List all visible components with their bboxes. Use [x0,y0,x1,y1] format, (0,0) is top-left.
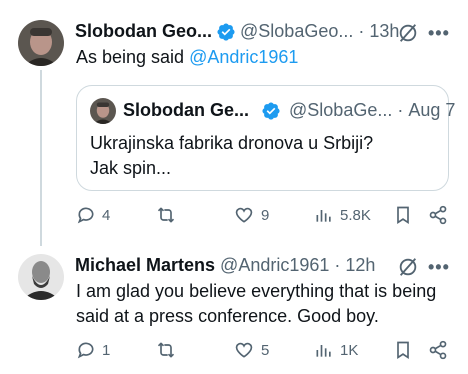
repost-icon [157,207,175,223]
bookmark-button[interactable] [394,340,412,360]
grok-icon[interactable] [397,22,419,49]
tweet-text: As being said @Andric1961 [76,45,298,70]
repost-icon [157,342,175,358]
author-handle[interactable]: @SlobaGeo... [240,21,353,42]
heart-icon [235,342,253,358]
heart-icon [235,207,253,223]
view-count: 5.8K [340,206,371,224]
bookmark-icon [397,341,409,360]
author-name[interactable]: Michael Martens [75,255,215,276]
reply-button[interactable]: 4 [76,205,110,225]
verified-badge-icon [261,101,281,121]
like-count: 5 [261,341,270,359]
tweet-text-prefix: As being said [76,47,190,67]
share-icon [429,340,447,360]
tweet-2[interactable]: Michael Martens @Andric1961 · 12h ••• I … [0,246,468,374]
bookmark-icon [397,206,409,225]
timestamp[interactable]: 12h [345,255,375,276]
author-handle[interactable]: @Andric1961 [220,255,329,276]
quoted-text-line: Jak spin... [90,158,172,178]
quoted-text: Ukrajinska fabrika dronova u Srbiji? Jak… [90,131,373,181]
verified-badge-icon [216,22,236,42]
share-button[interactable] [428,205,448,225]
quoted-author-name: Slobodan Ge... [123,100,250,120]
share-button[interactable] [428,340,448,360]
quoted-text-line: Ukrajinska fabrika dronova u Srbiji? [90,133,374,153]
avatar[interactable] [18,20,64,66]
separator-dot: · [397,100,404,120]
quoted-header: Slobodan Ge... @SlobaGe... · Aug 7 [123,100,455,121]
tweet-header: Slobodan Geo... @SlobaGeo... · 13h [75,21,399,42]
views-icon [316,210,331,222]
like-count: 9 [261,206,270,224]
repost-button[interactable] [155,205,183,225]
reply-button[interactable]: 1 [76,340,110,360]
quoted-author-handle: @SlobaGe... [289,100,393,120]
author-name[interactable]: Slobodan Geo... [75,21,212,42]
separator-dot: · [334,255,341,275]
quoted-tweet[interactable]: Slobodan Ge... @SlobaGe... · Aug 7 Ukraj… [76,85,455,191]
mention-link[interactable]: @Andric1961 [189,47,298,67]
tweet-header: Michael Martens @Andric1961 · 12h [75,255,375,276]
quoted-avatar [90,98,116,124]
tweet-text: I am glad you believe everything that is… [76,279,436,329]
tweet-text-line: I am glad you believe everything that is… [76,281,437,301]
thread-line [40,70,42,246]
more-options-icon[interactable]: ••• [428,257,450,278]
more-options-icon[interactable]: ••• [428,23,450,44]
separator-dot: · [358,21,365,41]
tweet-1[interactable]: Slobodan Geo... @SlobaGeo... · 13h ••• A… [0,0,468,246]
reply-icon [77,207,94,224]
tweet-text-line: said at a press conference. Good boy. [76,306,379,326]
views-button[interactable]: 1K [314,340,358,360]
views-icon [316,345,331,357]
repost-button[interactable] [155,340,183,360]
views-button[interactable]: 5.8K [314,205,371,225]
bookmark-button[interactable] [394,205,412,225]
reply-count: 1 [102,341,111,359]
like-button[interactable]: 5 [233,340,269,360]
reply-count: 4 [102,206,111,224]
view-count: 1K [340,341,359,359]
share-icon [429,205,447,225]
avatar[interactable] [18,254,64,300]
quoted-timestamp: Aug 7 [408,100,456,120]
like-button[interactable]: 9 [233,205,269,225]
timestamp[interactable]: 13h [369,21,399,42]
reply-icon [77,342,94,359]
